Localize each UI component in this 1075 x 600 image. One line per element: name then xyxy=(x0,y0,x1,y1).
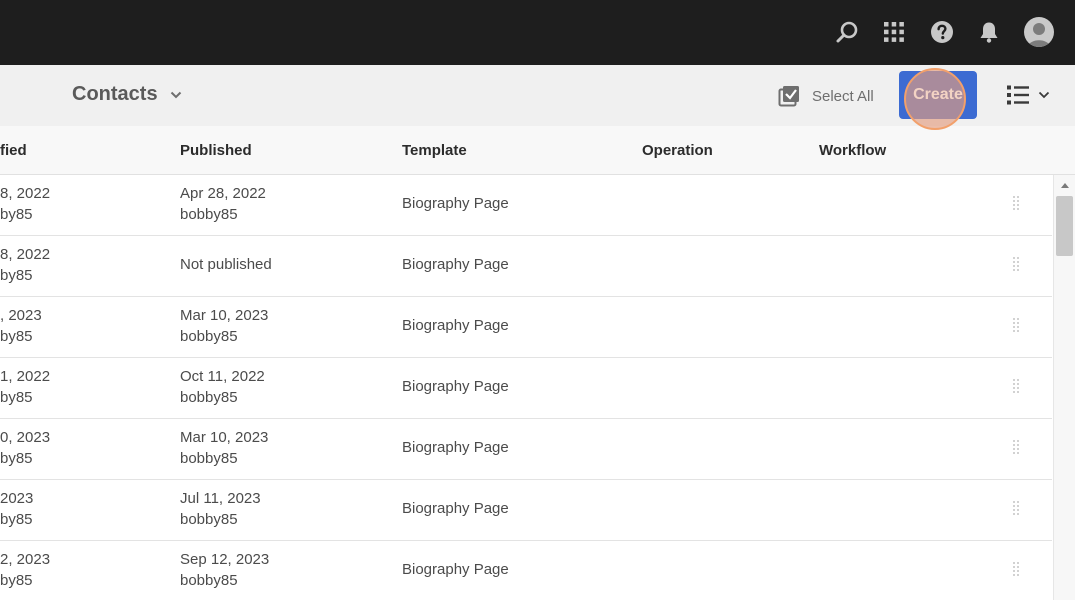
drag-handle-icon[interactable] xyxy=(1012,378,1020,396)
chevron-down-icon xyxy=(170,91,181,98)
table-row[interactable]: 8, 2022 by85 Not published Biography Pag… xyxy=(0,236,1052,297)
template-cell: Biography Page xyxy=(402,317,509,334)
table-row[interactable]: , 2023 by85 Mar 10, 2023 bobby85 Biograp… xyxy=(0,297,1052,358)
modified-by: by85 xyxy=(0,267,33,284)
drag-handle-icon[interactable] xyxy=(1012,256,1020,274)
published-by: bobby85 xyxy=(180,450,238,467)
drag-handle-icon[interactable] xyxy=(1012,500,1020,518)
published-date: Mar 10, 2023 xyxy=(180,429,269,446)
create-button-label: Create xyxy=(913,86,963,103)
action-bar: Contacts Select All Create xyxy=(0,65,1075,130)
modified-cell: 2, 2023 by85 xyxy=(0,549,50,591)
published-cell: Apr 28, 2022 bobby85 xyxy=(180,183,266,225)
published-cell: Sep 12, 2023 bobby85 xyxy=(180,549,269,591)
table-row[interactable]: 2023 by85 Jul 11, 2023 bobby85 Biography… xyxy=(0,480,1052,541)
search-icon[interactable] xyxy=(832,17,862,47)
scrollbar-thumb[interactable] xyxy=(1056,196,1073,256)
modified-date: 8, 2022 xyxy=(0,185,51,202)
published-cell: Oct 11, 2022 bobby85 xyxy=(180,366,265,408)
template-cell: Biography Page xyxy=(402,439,509,456)
published-date: Mar 10, 2023 xyxy=(180,307,269,324)
help-icon[interactable] xyxy=(927,17,957,47)
template-cell: Biography Page xyxy=(402,378,509,395)
published-by: bobby85 xyxy=(180,328,238,345)
bell-icon[interactable] xyxy=(974,17,1004,47)
avatar[interactable] xyxy=(1024,17,1054,47)
published-cell: Mar 10, 2023 bobby85 xyxy=(180,427,268,469)
modified-by: by85 xyxy=(0,572,33,589)
column-header-modified[interactable]: fied xyxy=(0,142,27,159)
list-view-icon xyxy=(1007,85,1029,105)
column-header-workflow[interactable]: Workflow xyxy=(819,142,886,159)
modified-cell: 2023 by85 xyxy=(0,488,33,530)
modified-by: by85 xyxy=(0,511,33,528)
published-cell: Not published xyxy=(180,254,272,275)
table-row[interactable]: 8, 2022 by85 Apr 28, 2022 bobby85 Biogra… xyxy=(0,175,1052,236)
modified-cell: 8, 2022 by85 xyxy=(0,183,50,225)
published-by: bobby85 xyxy=(180,572,238,589)
modified-cell: 0, 2023 by85 xyxy=(0,427,50,469)
modified-by: by85 xyxy=(0,389,33,406)
create-button[interactable]: Create xyxy=(899,68,977,130)
table-body: 8, 2022 by85 Apr 28, 2022 bobby85 Biogra… xyxy=(0,175,1052,600)
chevron-down-icon xyxy=(1038,91,1050,99)
published-date: Jul 11, 2023 xyxy=(180,490,261,507)
modified-by: by85 xyxy=(0,450,33,467)
modified-date: , 2023 xyxy=(0,307,42,324)
modified-date: 8, 2022 xyxy=(0,246,51,263)
modified-cell: , 2023 by85 xyxy=(0,305,42,347)
select-all-label: Select All xyxy=(812,87,874,105)
select-all-button[interactable]: Select All xyxy=(778,85,874,107)
column-header-template[interactable]: Template xyxy=(402,142,467,159)
table-row[interactable]: 0, 2023 by85 Mar 10, 2023 bobby85 Biogra… xyxy=(0,419,1052,480)
checkbox-select-icon xyxy=(778,86,799,107)
table-header: fied Published Template Operation Workfl… xyxy=(0,126,1075,175)
published-cell: Mar 10, 2023 bobby85 xyxy=(180,305,268,347)
modified-date: 1, 2022 xyxy=(0,368,51,385)
global-header xyxy=(0,0,1075,65)
view-switcher[interactable] xyxy=(1006,84,1050,106)
published-by: bobby85 xyxy=(180,206,238,223)
page-title: Contacts xyxy=(72,83,158,105)
modified-cell: 8, 2022 by85 xyxy=(0,244,50,286)
modified-date: 2, 2023 xyxy=(0,551,51,568)
table-row[interactable]: 1, 2022 by85 Oct 11, 2022 bobby85 Biogra… xyxy=(0,358,1052,419)
published-date: Sep 12, 2023 xyxy=(180,551,270,568)
column-header-published[interactable]: Published xyxy=(180,142,252,159)
published-cell: Jul 11, 2023 bobby85 xyxy=(180,488,261,530)
template-cell: Biography Page xyxy=(402,195,509,212)
scroll-up-arrow-icon[interactable] xyxy=(1061,183,1069,188)
template-cell: Biography Page xyxy=(402,561,509,578)
modified-cell: 1, 2022 by85 xyxy=(0,366,50,408)
column-header-operation[interactable]: Operation xyxy=(642,142,713,159)
published-date: Apr 28, 2022 xyxy=(180,185,266,202)
template-cell: Biography Page xyxy=(402,256,509,273)
table-row[interactable]: 2, 2023 by85 Sep 12, 2023 bobby85 Biogra… xyxy=(0,541,1052,600)
modified-by: by85 xyxy=(0,206,33,223)
vertical-scrollbar[interactable] xyxy=(1053,175,1075,600)
published-date: Not published xyxy=(180,256,272,273)
modified-by: by85 xyxy=(0,328,33,345)
collection-title-dropdown[interactable]: Contacts xyxy=(72,83,182,106)
published-by: bobby85 xyxy=(180,511,238,528)
drag-handle-icon[interactable] xyxy=(1012,317,1020,335)
modified-date: 0, 2023 xyxy=(0,429,51,446)
apps-grid-icon[interactable] xyxy=(879,17,909,47)
drag-handle-icon[interactable] xyxy=(1012,439,1020,457)
drag-handle-icon[interactable] xyxy=(1012,561,1020,579)
template-cell: Biography Page xyxy=(402,500,509,517)
published-date: Oct 11, 2022 xyxy=(180,368,265,385)
published-by: bobby85 xyxy=(180,389,238,406)
modified-date: 2023 xyxy=(0,490,34,507)
drag-handle-icon[interactable] xyxy=(1012,195,1020,213)
